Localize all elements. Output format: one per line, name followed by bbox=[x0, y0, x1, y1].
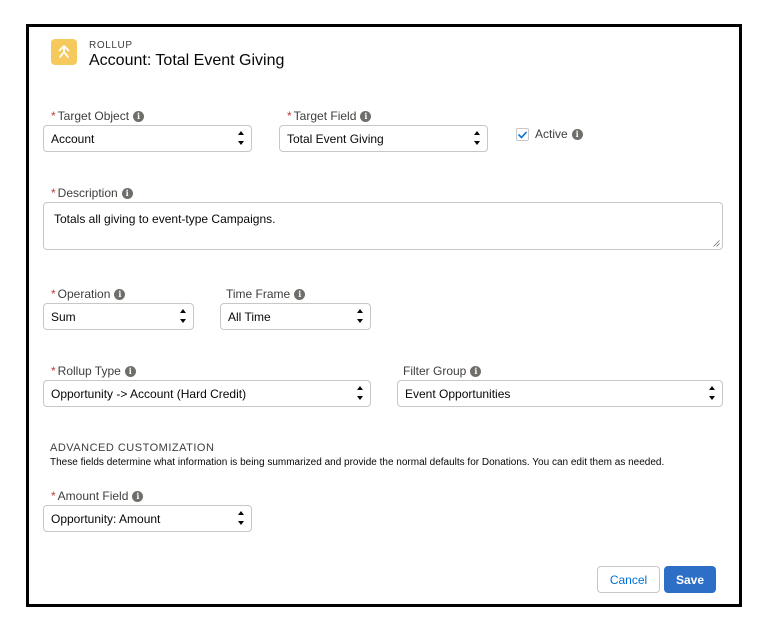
required-marker: * bbox=[287, 109, 292, 123]
amount-field-value: Opportunity: Amount bbox=[51, 511, 161, 526]
description-textarea[interactable]: Totals all giving to event-type Campaign… bbox=[43, 202, 723, 250]
required-marker: * bbox=[51, 186, 56, 200]
active-label: Active i bbox=[535, 127, 583, 141]
select-arrows-icon bbox=[179, 309, 187, 323]
active-checkbox[interactable] bbox=[516, 128, 529, 141]
resize-grip-icon[interactable] bbox=[713, 240, 720, 247]
rollup-arrow-icon bbox=[51, 39, 77, 65]
filter-group-label-text: Filter Group bbox=[403, 364, 467, 378]
target-object-label: * Target Object i bbox=[51, 109, 145, 123]
description-value: Totals all giving to event-type Campaign… bbox=[54, 212, 276, 226]
cancel-button[interactable]: Cancel bbox=[597, 566, 660, 593]
info-icon[interactable]: i bbox=[133, 110, 145, 122]
amount-field-label-text: Amount Field bbox=[57, 489, 129, 503]
target-field-label: * Target Field i bbox=[287, 109, 372, 123]
select-arrows-icon bbox=[237, 511, 245, 525]
select-arrows-icon bbox=[708, 386, 716, 400]
info-icon[interactable]: i bbox=[360, 110, 372, 122]
required-marker: * bbox=[51, 109, 56, 123]
select-arrows-icon bbox=[356, 386, 364, 400]
page-title: Account: Total Event Giving bbox=[89, 52, 285, 69]
info-icon[interactable]: i bbox=[121, 187, 133, 199]
target-field-select[interactable]: Total Event Giving bbox=[279, 125, 488, 152]
filter-group-select[interactable]: Event Opportunities bbox=[397, 380, 723, 407]
time-frame-label-text: Time Frame bbox=[226, 287, 291, 301]
checkmark-icon bbox=[518, 131, 527, 139]
rollup-type-label-text: Rollup Type bbox=[57, 364, 121, 378]
required-marker: * bbox=[51, 489, 56, 503]
advanced-customization-heading: ADVANCED CUSTOMIZATION bbox=[50, 442, 215, 454]
advanced-customization-description: These fields determine what information … bbox=[50, 457, 665, 468]
time-frame-label: Time Frame i bbox=[226, 287, 306, 301]
description-label-text: Description bbox=[57, 186, 118, 200]
info-icon[interactable]: i bbox=[294, 288, 306, 300]
operation-value: Sum bbox=[51, 309, 76, 324]
rollup-type-value: Opportunity -> Account (Hard Credit) bbox=[51, 386, 247, 401]
save-button[interactable]: Save bbox=[664, 566, 716, 593]
select-arrows-icon bbox=[237, 131, 245, 145]
rollup-type-label: * Rollup Type i bbox=[51, 364, 136, 378]
target-object-value: Account bbox=[51, 131, 95, 146]
target-object-select[interactable]: Account bbox=[43, 125, 252, 152]
select-arrows-icon bbox=[356, 309, 364, 323]
target-field-label-text: Target Field bbox=[293, 109, 357, 123]
info-icon[interactable]: i bbox=[470, 365, 482, 377]
rollup-edit-form: ROLLUP Account: Total Event Giving * Tar… bbox=[26, 24, 742, 607]
amount-field-label: * Amount Field i bbox=[51, 489, 144, 503]
target-field-value: Total Event Giving bbox=[287, 131, 384, 146]
time-frame-value: All Time bbox=[228, 309, 271, 324]
operation-label: * Operation i bbox=[51, 287, 126, 301]
filter-group-label: Filter Group i bbox=[403, 364, 482, 378]
filter-group-value: Event Opportunities bbox=[405, 386, 511, 401]
target-object-label-text: Target Object bbox=[57, 109, 130, 123]
info-icon[interactable]: i bbox=[114, 288, 126, 300]
amount-field-select[interactable]: Opportunity: Amount bbox=[43, 505, 252, 532]
operation-select[interactable]: Sum bbox=[43, 303, 194, 330]
required-marker: * bbox=[51, 364, 56, 378]
time-frame-select[interactable]: All Time bbox=[220, 303, 371, 330]
required-marker: * bbox=[51, 287, 56, 301]
info-icon[interactable]: i bbox=[132, 490, 144, 502]
select-arrows-icon bbox=[473, 131, 481, 145]
active-label-text: Active bbox=[535, 127, 568, 141]
info-icon[interactable]: i bbox=[571, 128, 583, 140]
record-type-eyebrow: ROLLUP bbox=[89, 40, 133, 51]
operation-label-text: Operation bbox=[57, 287, 111, 301]
rollup-type-select[interactable]: Opportunity -> Account (Hard Credit) bbox=[43, 380, 371, 407]
info-icon[interactable]: i bbox=[124, 365, 136, 377]
description-label: * Description i bbox=[51, 186, 133, 200]
